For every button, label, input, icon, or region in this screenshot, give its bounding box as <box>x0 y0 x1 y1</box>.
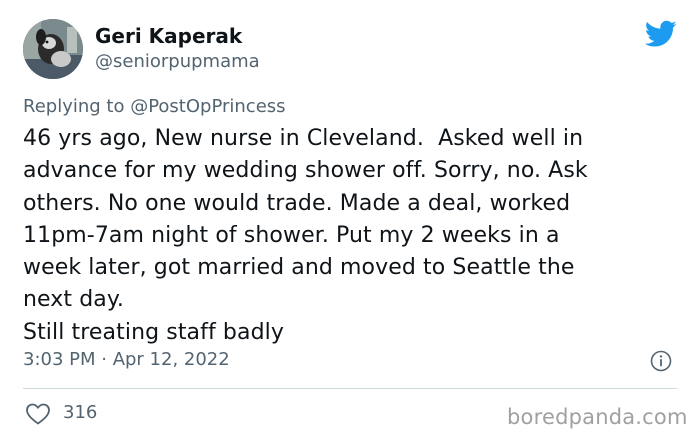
avatar-image <box>23 19 83 79</box>
info-icon[interactable] <box>650 350 672 372</box>
watermark: boredpanda.com <box>507 405 688 429</box>
tweet-card: Geri Kaperak @seniorpupmama Replying to … <box>0 0 700 441</box>
author-handle[interactable]: @seniorpupmama <box>95 51 260 72</box>
reply-mention-link[interactable]: @PostOpPrincess <box>130 96 285 117</box>
tweet-timestamp[interactable]: 3:03 PM · Apr 12, 2022 <box>23 349 230 370</box>
avatar[interactable] <box>23 19 83 79</box>
twitter-bird-icon[interactable] <box>644 20 677 48</box>
tweet-text: 46 yrs ago, New nurse in Cleveland. Aske… <box>23 126 588 345</box>
author-display-name[interactable]: Geri Kaperak <box>95 24 242 48</box>
replying-to-prefix: Replying to <box>23 96 131 117</box>
divider <box>23 388 677 389</box>
like-count[interactable]: 316 <box>63 402 97 423</box>
replying-to: Replying to @PostOpPrincess <box>23 96 286 117</box>
heart-icon[interactable] <box>25 402 51 426</box>
